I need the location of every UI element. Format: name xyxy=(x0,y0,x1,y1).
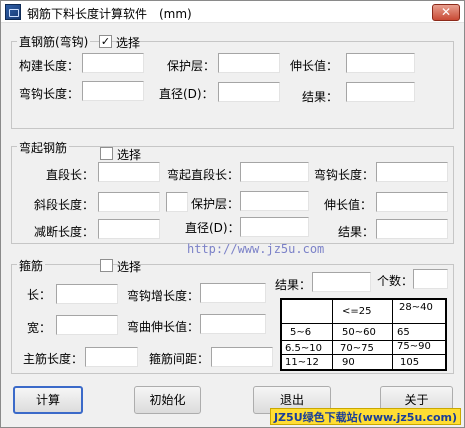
straight-select-label: 选择 xyxy=(116,36,141,50)
diameter-input[interactable] xyxy=(218,82,280,102)
stirrup-result-input[interactable] xyxy=(312,272,371,292)
initialize-button[interactable]: 初始化 xyxy=(134,386,201,414)
bend-elong-input[interactable] xyxy=(200,314,266,334)
hook-length-label: 弯钩长度： xyxy=(19,87,80,101)
table-cell: 105 xyxy=(400,357,420,368)
table-cell: 65 xyxy=(397,327,410,338)
stirrup-result-label: 结果： xyxy=(275,278,312,292)
bend-elong-label: 弯曲伸长值： xyxy=(127,320,200,334)
table-cell: 70~75 xyxy=(340,343,374,354)
member-length-input[interactable] xyxy=(82,53,144,73)
table-cell: 90 xyxy=(342,357,355,368)
table-cell: 50~60 xyxy=(342,327,376,338)
straight-len-input[interactable] xyxy=(98,162,160,182)
main-len-input[interactable] xyxy=(85,347,138,367)
bent-hook-length-label: 弯钩长度： xyxy=(314,168,375,182)
calculate-button[interactable]: 计算 xyxy=(13,386,83,414)
diameter-label: 直径(D)： xyxy=(159,87,214,101)
bent-elongation-input[interactable] xyxy=(376,192,448,212)
straight-rebar-title: 直钢筋(弯钩) xyxy=(17,33,91,50)
cover-input[interactable] xyxy=(218,53,280,73)
table-header-cell: 28~40 xyxy=(399,302,433,313)
oblique-len-input[interactable] xyxy=(98,192,160,212)
elongation-input[interactable] xyxy=(346,53,415,73)
oblique-len-label: 斜段长度： xyxy=(34,198,95,212)
stirrup-length-input[interactable] xyxy=(56,284,118,304)
bent-rebar-title: 弯起钢筋 xyxy=(17,139,70,156)
stirrup-width-label: 宽： xyxy=(27,321,52,335)
watermark-badge: JZ5U绿色下载站(www.jz5u.com) xyxy=(270,408,461,425)
cut-length-label: 减断长度： xyxy=(34,225,95,239)
count-label: 个数： xyxy=(377,274,414,288)
website-url: http://www.jz5u.com xyxy=(187,242,325,256)
hook-add-input[interactable] xyxy=(200,283,266,303)
count-input[interactable] xyxy=(413,269,448,289)
bent-cover-label: 保护层： xyxy=(191,197,240,211)
member-length-label: 构建长度： xyxy=(19,59,80,73)
stirrup-title: 箍筋 xyxy=(17,257,46,274)
app-window: 钢筋下料长度计算软件 (mm) ✕ 直钢筋(弯钩) ✓ 选择 构建长度： 保护层… xyxy=(0,0,465,428)
table-cell: 6.5~10 xyxy=(285,343,323,354)
close-button[interactable]: ✕ xyxy=(432,4,460,21)
bent-elongation-label: 伸长值： xyxy=(324,198,373,212)
hook-length-input[interactable] xyxy=(82,81,144,101)
stirrup-select-checkbox[interactable] xyxy=(100,259,113,272)
bent-select-checkbox[interactable] xyxy=(100,147,113,160)
table-cell: 11~12 xyxy=(285,357,319,368)
result-label: 结果： xyxy=(302,90,339,104)
main-len-label: 主筋长度： xyxy=(23,352,84,366)
cut-length-input[interactable] xyxy=(98,219,160,239)
hook-add-label: 弯钩增长度： xyxy=(127,289,200,303)
stirrup-select-label: 选择 xyxy=(117,260,142,274)
table-cell: 75~90 xyxy=(397,341,431,352)
bent-straight-len-label: 弯起直段长： xyxy=(167,168,240,182)
window-title: 钢筋下料长度计算软件 (mm) xyxy=(27,7,192,21)
stirrup-width-input[interactable] xyxy=(56,315,118,335)
straight-len-label: 直段长： xyxy=(46,168,95,182)
spacing-label: 箍筋间距： xyxy=(149,352,210,366)
bent-straight-len-input[interactable] xyxy=(240,162,309,182)
table-cell: 5~6 xyxy=(290,327,312,338)
bent-hook-length-input[interactable] xyxy=(376,162,448,182)
bent-result-input[interactable] xyxy=(376,219,448,239)
bent-cover-input[interactable] xyxy=(240,191,309,211)
table-header-cell: <=25 xyxy=(342,306,372,317)
stirrup-length-label: 长： xyxy=(27,288,52,302)
straight-select-checkbox[interactable]: ✓ xyxy=(99,35,112,48)
bent-diameter-input[interactable] xyxy=(240,217,309,237)
bent-select-label: 选择 xyxy=(117,148,142,162)
hook-reference-table: <=25 28~40 5~6 50~60 65 6.5~10 70~75 75~… xyxy=(280,298,447,371)
bent-result-label: 结果： xyxy=(338,225,375,239)
spacing-input[interactable] xyxy=(211,347,273,367)
elongation-label: 伸长值： xyxy=(290,59,339,73)
oblique-len-input-2[interactable] xyxy=(166,192,188,212)
result-input[interactable] xyxy=(346,82,415,102)
cover-label: 保护层： xyxy=(167,59,216,73)
app-icon xyxy=(5,4,21,20)
bent-diameter-label: 直径(D)： xyxy=(185,221,240,235)
title-bar: 钢筋下料长度计算软件 (mm) ✕ xyxy=(1,1,464,23)
